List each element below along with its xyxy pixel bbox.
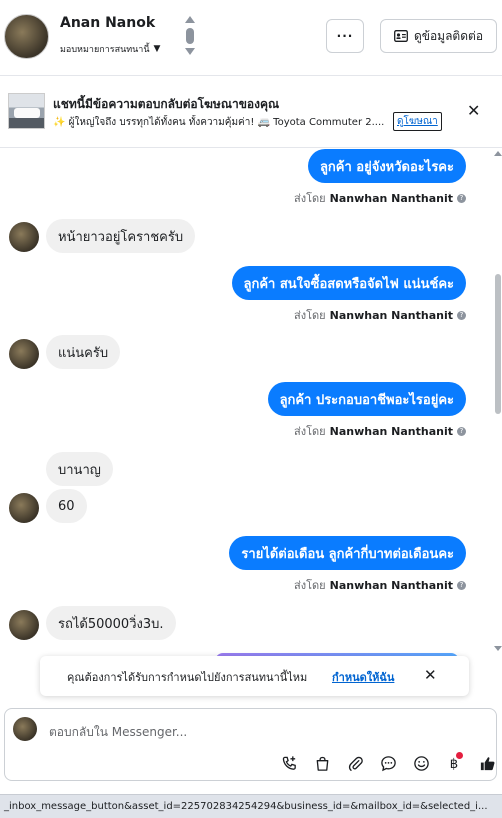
message-bubble-outgoing[interactable]: รายได้ต่อเดือน ลูกค้ากี่บาทต่อเดือนคะ	[229, 536, 466, 570]
chevron-down-icon: ▼	[153, 44, 161, 54]
assign-label: มอบหมายการสนทนานี้	[60, 45, 150, 55]
message-bubble-incoming[interactable]: หน้ายาวอยู่โคราชครับ	[46, 219, 196, 253]
message-composer[interactable]: ตอบกลับใน Messenger... ฿	[4, 708, 497, 781]
arrow-down-icon	[185, 48, 195, 55]
view-ad-link[interactable]: ดูโฆษณา	[393, 112, 442, 131]
assign-prompt-message: คุณต้องการได้รับการกำหนดไปยังการสนทนานี้…	[67, 671, 308, 684]
page-avatar	[13, 717, 37, 741]
composer-toolbar: ฿	[273, 751, 502, 775]
info-icon[interactable]: ?	[457, 310, 466, 320]
scrollbar-thumb[interactable]	[495, 274, 501, 414]
contact-avatar[interactable]	[4, 14, 49, 59]
thread-scrollbar[interactable]	[494, 149, 502, 655]
assign-to-me-link[interactable]: กำหนดให้ฉัน	[332, 668, 394, 686]
message-bubble-incoming[interactable]: 60	[46, 489, 87, 523]
view-contact-label: ดูข้อมูลติดต่อ	[413, 28, 484, 43]
ad-reply-banner: แชทนี้มีข้อความตอบกลับต่อโฆษณาของคุณ ✨ ผ…	[0, 77, 502, 148]
contact-avatar-small	[9, 339, 39, 369]
contact-avatar-small	[9, 610, 39, 640]
scroll-down-icon[interactable]	[494, 646, 502, 651]
message-thread[interactable]: ลูกค้า อยู่จังหวัดอะไรคะ ส่งโดย Nanwhan N…	[0, 149, 502, 655]
contact-name[interactable]: Anan Nanok	[60, 15, 155, 31]
scroll-up-icon[interactable]	[494, 151, 502, 156]
message-bubble-outgoing[interactable]: ลูกค้า อยู่จังหวัดอะไรคะ	[307, 149, 466, 183]
close-icon[interactable]: ✕	[424, 666, 437, 684]
arrow-up-icon	[185, 16, 195, 23]
conversation-header: Anan Nanok มอบหมายการสนทนานี้ ▼ ··· ดูข้…	[0, 0, 502, 76]
ad-thumbnail	[8, 93, 45, 129]
scroll-thumb[interactable]	[186, 28, 194, 44]
sent-by-label: ส่งโดย Nanwhan Nanthanit?	[294, 576, 466, 594]
baht-icon[interactable]: ฿	[438, 751, 471, 775]
info-icon[interactable]: ?	[457, 426, 466, 436]
assign-prompt-toast: คุณต้องการได้รับการกำหนดไปยังการสนทนานี้…	[40, 656, 469, 696]
reply-input[interactable]: ตอบกลับใน Messenger...	[49, 723, 187, 742]
sent-by-label: ส่งโดย Nanwhan Nanthanit?	[294, 422, 466, 440]
thumbs-up-icon[interactable]	[471, 751, 502, 775]
more-options-button[interactable]: ···	[326, 19, 364, 53]
saved-reply-icon[interactable]	[372, 751, 405, 775]
view-contact-button[interactable]: ดูข้อมูลติดต่อ	[380, 19, 497, 53]
bag-icon[interactable]	[306, 751, 339, 775]
notification-badge	[456, 752, 463, 759]
attachment-icon[interactable]	[339, 751, 372, 775]
contact-card-icon	[394, 30, 408, 42]
assign-dropdown[interactable]: มอบหมายการสนทนานี้ ▼	[60, 42, 160, 56]
sent-by-label: ส่งโดย Nanwhan Nanthanit?	[294, 189, 466, 207]
emoji-icon[interactable]	[405, 751, 438, 775]
ad-banner-title: แชทนี้มีข้อความตอบกลับต่อโฆษณาของคุณ	[53, 97, 280, 111]
sent-by-label: ส่งโดย Nanwhan Nanthanit?	[294, 306, 466, 324]
contact-avatar-small	[9, 222, 39, 252]
close-icon[interactable]: ✕	[467, 101, 480, 120]
message-bubble-outgoing[interactable]: ลูกค้า ประกอบอาชีพอะไรอยู่คะ	[267, 382, 466, 416]
svg-text:฿: ฿	[450, 757, 458, 772]
info-icon[interactable]: ?	[457, 193, 466, 203]
message-bubble-incoming[interactable]: รถได้50000วิ่ง3บ.	[46, 606, 176, 640]
message-bubble-incoming[interactable]: บานาญ	[46, 452, 113, 486]
info-icon[interactable]: ?	[457, 580, 466, 590]
call-add-icon[interactable]	[273, 751, 306, 775]
ad-banner-description: ✨ ผู้ใหญ่ใจถึง บรรทุกได้ทั้งคน ทั้งความค…	[53, 117, 385, 128]
status-bar-url: _inbox_message_button&asset_id=225702834…	[0, 794, 502, 818]
message-bubble-outgoing[interactable]: ลูกค้า สนใจซื้อสดหรือจัดไฟ แน่นช์คะ	[231, 266, 466, 300]
message-bubble-incoming[interactable]: แน่นครับ	[46, 335, 121, 369]
header-scroll-handle[interactable]	[185, 14, 195, 60]
contact-avatar-small	[9, 493, 39, 523]
